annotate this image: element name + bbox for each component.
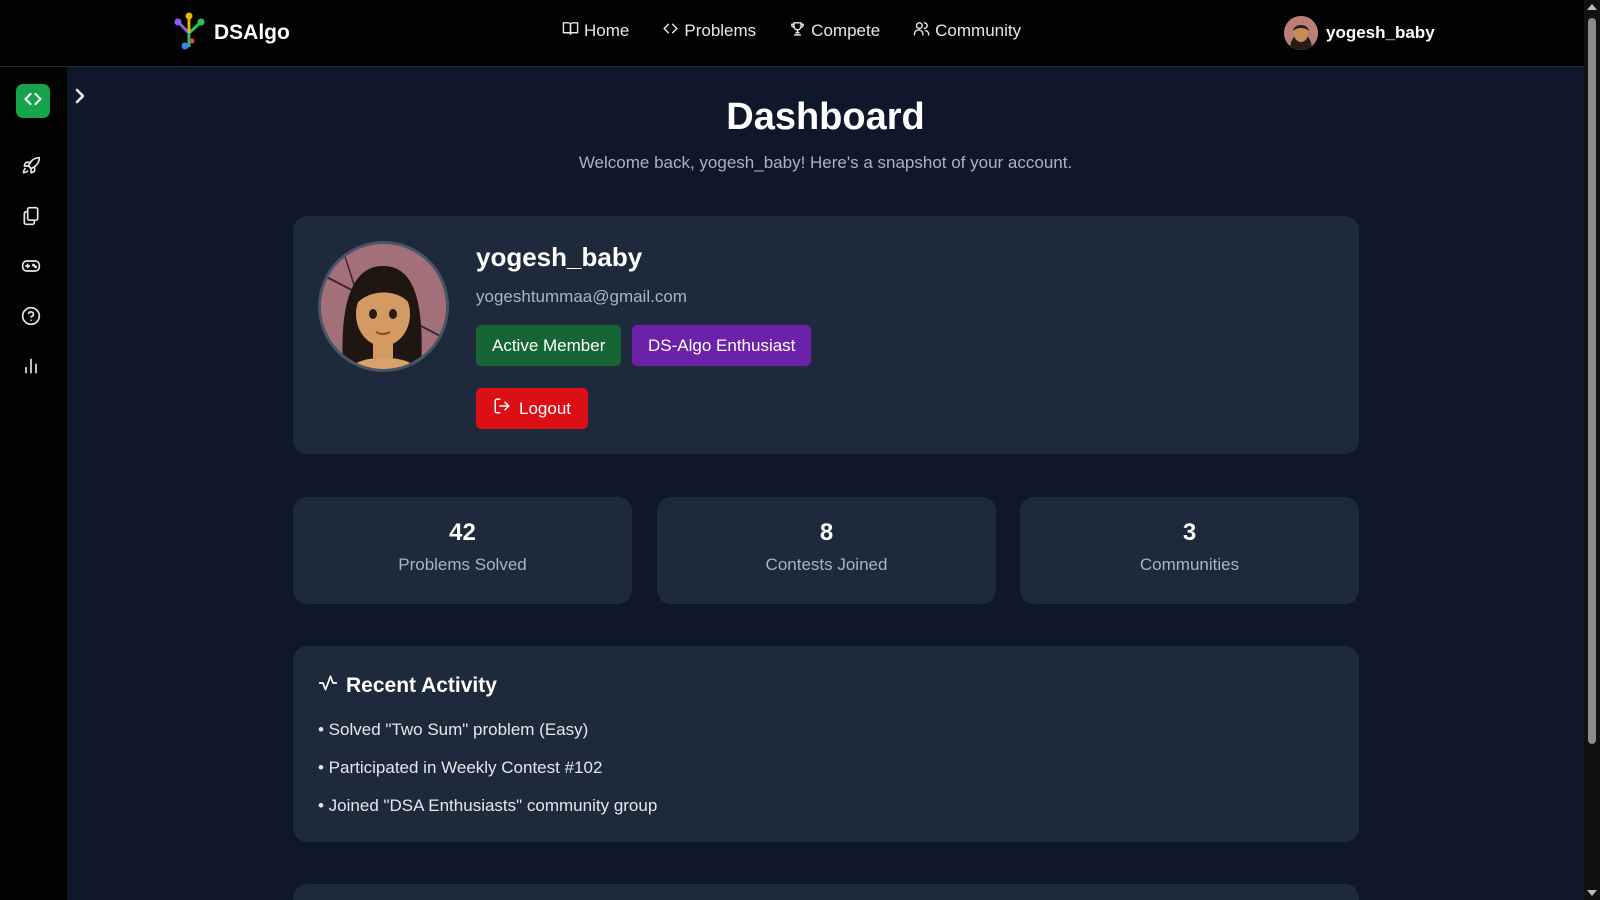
stat-label: Problems Solved	[398, 555, 527, 574]
brand-name: DSAlgo	[214, 21, 290, 44]
stat-value: 3	[1182, 519, 1197, 546]
page-subtitle: Welcome back, yogesh_baby! Here's a snap…	[578, 153, 1073, 172]
username: yogesh_baby	[1326, 23, 1435, 42]
stat-label: Communities	[1139, 555, 1240, 574]
sidebar-item-rocket[interactable]	[20, 156, 42, 181]
avatar	[1284, 16, 1318, 50]
top-navbar: DSAlgo Home Problems Compete Community y…	[0, 0, 1584, 67]
profile-email: yogeshtummaa@gmail.com	[476, 287, 687, 306]
nav-compete[interactable]: Compete	[789, 20, 880, 42]
trophy-icon	[789, 20, 806, 42]
nav-problems[interactable]: Problems	[662, 20, 756, 42]
profile-avatar	[318, 241, 449, 372]
stat-card-communities: 3 Communities	[1020, 497, 1359, 604]
page-title: Dashboard	[726, 96, 925, 138]
main-nav: Home Problems Compete Community	[562, 20, 1021, 42]
recent-activity-card: Recent Activity • Solved "Two Sum" probl…	[293, 646, 1359, 842]
page-header: Dashboard	[67, 96, 1584, 139]
list-item: • Joined "DSA Enthusiasts" community gro…	[318, 796, 658, 815]
bar-chart-icon	[21, 356, 41, 381]
logout-button[interactable]: Logout	[476, 388, 588, 429]
page-subtitle-wrap: Welcome back, yogesh_baby! Here's a snap…	[67, 153, 1584, 173]
page-scrollbar[interactable]	[1584, 0, 1600, 900]
profile-name: yogesh_baby	[476, 242, 643, 272]
stat-value: 8	[819, 519, 834, 546]
scroll-thumb[interactable]	[1588, 18, 1596, 744]
code-icon	[662, 20, 679, 42]
stat-card-problems: 42 Problems Solved	[293, 497, 632, 604]
nav-community[interactable]: Community	[913, 20, 1021, 42]
gamepad-icon	[21, 256, 41, 281]
nav-compete-label: Compete	[811, 21, 881, 40]
brand[interactable]: DSAlgo	[172, 12, 290, 54]
stat-value: 42	[449, 519, 476, 546]
status-badge-active-member: Active Member	[476, 325, 622, 366]
nav-home-label: Home	[584, 21, 630, 40]
logout-icon	[493, 397, 511, 420]
scroll-down-arrow-icon[interactable]	[1587, 890, 1597, 896]
activity-list: • Solved "Two Sum" problem (Easy) • Part…	[318, 720, 657, 834]
sidebar-item-games[interactable]	[20, 257, 42, 279]
recent-activity-header: Recent Activity	[318, 673, 497, 699]
nav-community-label: Community	[935, 21, 1022, 40]
sidebar-item-files[interactable]	[20, 206, 42, 231]
sidebar-logo-button[interactable]	[16, 84, 50, 118]
recent-activity-title: Recent Activity	[346, 674, 497, 697]
nav-home[interactable]: Home	[562, 20, 629, 42]
help-circle-icon	[21, 306, 41, 331]
nav-problems-label: Problems	[684, 21, 757, 40]
code-brackets-icon	[23, 89, 43, 114]
next-section-card	[293, 884, 1359, 900]
users-icon	[913, 20, 930, 42]
files-icon	[21, 206, 41, 231]
profile-card: yogesh_baby yogeshtummaa@gmail.com Activ…	[293, 216, 1359, 454]
list-item: • Solved "Two Sum" problem (Easy)	[318, 720, 589, 739]
rocket-icon	[21, 156, 41, 181]
user-menu[interactable]: yogesh_baby	[1284, 16, 1435, 50]
status-badge-enthusiast: DS-Algo Enthusiast	[632, 325, 812, 366]
stat-card-contests: 8 Contests Joined	[657, 497, 996, 604]
logout-label: Logout	[519, 398, 571, 418]
list-item: • Participated in Weekly Contest #102	[318, 758, 603, 777]
stat-label: Contests Joined	[765, 555, 888, 574]
sidebar-item-help[interactable]	[20, 306, 42, 331]
brand-logo-icon	[172, 11, 206, 56]
sidebar	[0, 67, 67, 900]
scroll-up-arrow-icon[interactable]	[1587, 4, 1597, 10]
book-open-icon	[562, 20, 579, 42]
activity-icon	[318, 673, 338, 699]
sidebar-item-stats[interactable]	[20, 357, 42, 379]
